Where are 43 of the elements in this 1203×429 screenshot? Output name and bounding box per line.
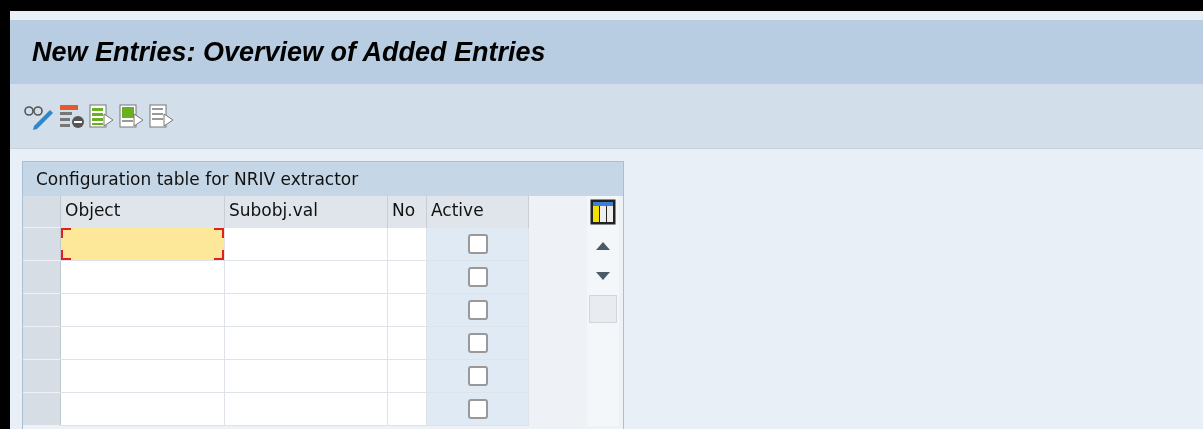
input-field[interactable] [225, 228, 388, 261]
input-field[interactable] [61, 327, 225, 360]
select-block-icon[interactable] [118, 102, 146, 130]
select-all-corner[interactable] [23, 196, 61, 228]
row-selector[interactable] [23, 327, 61, 360]
window-title: New Entries: Overview of Added Entries [32, 36, 546, 68]
column-header[interactable]: Object [61, 196, 225, 228]
input-field[interactable] [225, 294, 388, 327]
delete-row-icon[interactable] [58, 102, 86, 130]
input-field[interactable] [388, 360, 427, 393]
input-field[interactable] [225, 393, 388, 426]
input-field[interactable] [61, 360, 225, 393]
row-selector[interactable] [23, 360, 61, 393]
checkbox[interactable] [467, 333, 488, 353]
input-field[interactable] [225, 261, 388, 294]
column-header[interactable]: No [388, 196, 427, 228]
row-selector[interactable] [23, 393, 61, 426]
column-header[interactable]: Active [427, 196, 529, 228]
checkbox[interactable] [467, 366, 488, 386]
row-selector[interactable] [23, 294, 61, 327]
input-field[interactable] [388, 294, 427, 327]
deselect-all-icon[interactable] [148, 102, 176, 130]
input-field[interactable] [388, 228, 427, 261]
row-selector[interactable] [23, 261, 61, 294]
table-title: Configuration table for NRIV extractor [23, 162, 623, 196]
input-field[interactable] [225, 360, 388, 393]
scroll-thumb[interactable] [589, 295, 617, 323]
input-field[interactable] [388, 393, 427, 426]
input-field[interactable] [61, 261, 225, 294]
input-field[interactable] [61, 228, 225, 261]
input-field[interactable] [225, 327, 388, 360]
checkbox[interactable] [467, 267, 488, 287]
column-header[interactable]: Subobj.val [225, 196, 388, 228]
input-field[interactable] [61, 393, 225, 426]
input-field[interactable] [388, 261, 427, 294]
input-field[interactable] [388, 327, 427, 360]
column-settings-icon[interactable] [590, 199, 616, 225]
select-all-icon[interactable] [88, 102, 116, 130]
checkbox[interactable] [467, 300, 488, 320]
checkbox[interactable] [467, 234, 488, 254]
row-selector[interactable] [23, 228, 61, 261]
input-field[interactable] [61, 294, 225, 327]
checkbox[interactable] [467, 399, 488, 419]
